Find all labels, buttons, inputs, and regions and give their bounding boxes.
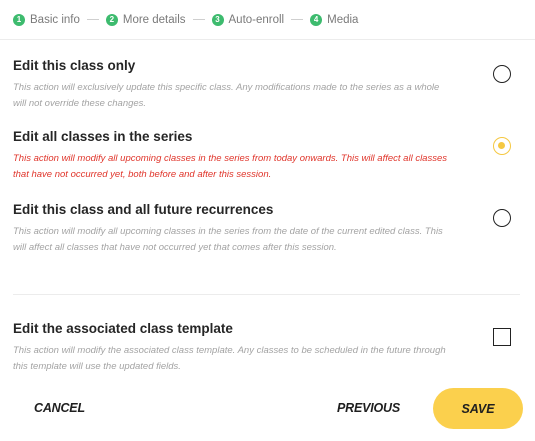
previous-button[interactable]: PREVIOUS: [337, 401, 400, 415]
cancel-button[interactable]: CANCEL: [34, 401, 85, 415]
save-button[interactable]: SAVE: [433, 388, 523, 429]
stepper: 1 Basic info 2 More details 3 Auto-enrol…: [0, 0, 535, 40]
option-edit-class-template[interactable]: Edit the associated class template This …: [13, 320, 513, 375]
divider: [13, 294, 520, 295]
radio-edit-this-class[interactable]: [493, 65, 511, 83]
step-separator: [86, 19, 99, 20]
step-auto-enroll[interactable]: 3 Auto-enroll: [211, 13, 285, 26]
step-complete-icon: 3: [211, 13, 224, 26]
checkbox-edit-class-template[interactable]: [493, 328, 511, 346]
step-more-details[interactable]: 2 More details: [105, 13, 186, 26]
option-edit-future-recurrences[interactable]: Edit this class and all future recurrenc…: [13, 201, 513, 256]
step-complete-icon: 2: [105, 13, 118, 26]
step-separator: [192, 19, 205, 20]
step-number: 1: [16, 14, 22, 24]
step-complete-icon: 1: [13, 13, 25, 26]
step-number: 2: [109, 14, 115, 24]
step-media[interactable]: 4 Media: [310, 13, 359, 26]
step-number: 4: [313, 14, 319, 24]
option-title: Edit this class only: [13, 58, 136, 73]
step-basic-info[interactable]: 1 Basic info: [13, 13, 80, 26]
option-description: This action will exclusively update this…: [13, 82, 440, 109]
step-label: More details: [122, 13, 186, 26]
option-edit-this-class[interactable]: Edit this class only This action will ex…: [13, 57, 513, 112]
step-label: Basic info: [30, 13, 80, 26]
option-description: This action will modify the associated c…: [13, 345, 446, 372]
option-description: This action will modify all upcoming cla…: [13, 226, 443, 253]
step-label: Media: [327, 13, 359, 26]
option-edit-all-classes[interactable]: Edit all classes in the series This acti…: [13, 128, 513, 183]
step-label: Auto-enroll: [228, 13, 285, 26]
radio-edit-future-recurrences[interactable]: [493, 209, 511, 227]
radio-edit-all-classes[interactable]: [493, 137, 511, 155]
option-title: Edit this class and all future recurrenc…: [13, 202, 274, 217]
option-description-warning: This action will modify all upcoming cla…: [13, 153, 447, 180]
step-separator: [291, 19, 304, 20]
option-title: Edit the associated class template: [13, 321, 233, 336]
step-number: 3: [215, 14, 220, 24]
option-title: Edit all classes in the series: [13, 129, 193, 144]
step-complete-icon: 4: [310, 13, 323, 26]
